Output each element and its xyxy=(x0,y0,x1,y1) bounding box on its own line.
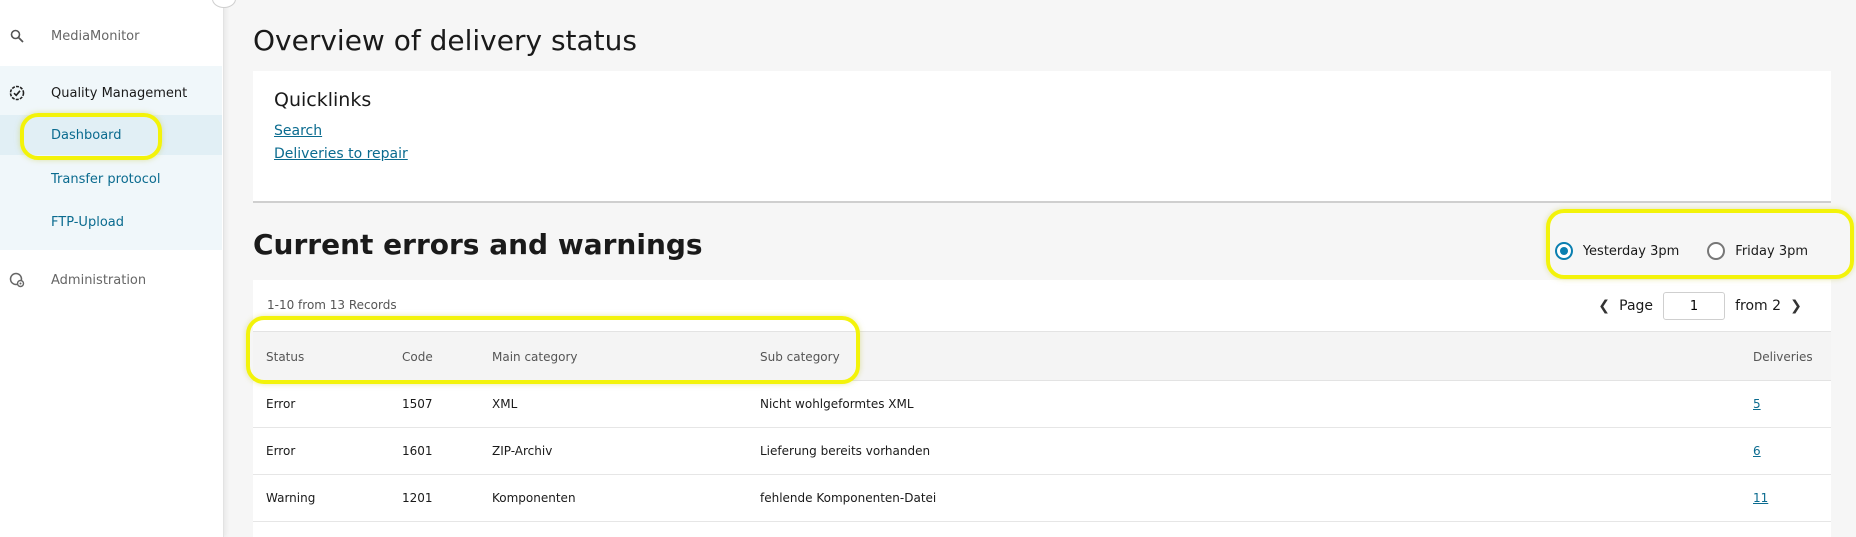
column-header-deliveries[interactable]: Deliveries xyxy=(1753,350,1813,364)
radio-label: Friday 3pm xyxy=(1735,243,1808,259)
quicklink-search[interactable]: Search xyxy=(274,123,322,139)
cell-deliveries-link[interactable]: 11 xyxy=(1753,491,1768,505)
page-title: Overview of delivery status xyxy=(253,24,637,57)
column-header-status[interactable]: Status xyxy=(266,350,304,364)
cell-status: Error xyxy=(266,397,296,411)
page-label: Page xyxy=(1619,298,1654,314)
sidebar-item-label: Administration xyxy=(51,272,147,288)
quality-management-group: Quality Management Dashboard Transfer pr… xyxy=(0,66,222,250)
page-number-input[interactable] xyxy=(1663,292,1726,320)
radio-unchecked-icon xyxy=(1707,242,1726,260)
radio-yesterday[interactable]: Yesterday 3pm xyxy=(1554,242,1680,260)
cell-code: 1201 xyxy=(402,491,433,505)
column-header-main-category[interactable]: Main category xyxy=(492,350,578,364)
cell-sub-category: Nicht wohlgeformtes XML xyxy=(760,397,914,411)
cell-deliveries-link[interactable]: 6 xyxy=(1753,444,1761,458)
cell-status: Warning xyxy=(266,491,316,505)
badge-check-icon xyxy=(8,84,26,102)
sidebar-item-dashboard[interactable]: Dashboard xyxy=(0,115,222,155)
sidebar-item-administration[interactable]: Administration xyxy=(0,265,222,295)
sidebar-item-mediamonitor[interactable]: MediaMonitor xyxy=(0,20,222,52)
sidebar-item-label: MediaMonitor xyxy=(51,28,140,44)
column-header-code[interactable]: Code xyxy=(402,350,433,364)
column-header-sub-category[interactable]: Sub category xyxy=(760,350,840,364)
table-row: Error 1507 XML Nicht wohlgeformtes XML 5 xyxy=(253,381,1831,428)
quicklink-deliveries-to-repair[interactable]: Deliveries to repair xyxy=(274,146,408,162)
cell-main-category: Komponenten xyxy=(492,491,576,505)
quicklinks-title: Quicklinks xyxy=(274,89,372,111)
chevron-right-icon[interactable]: ❯ xyxy=(1785,295,1807,317)
sidebar-item-quality-management[interactable]: Quality Management xyxy=(0,78,222,108)
errors-section-title: Current errors and warnings xyxy=(253,228,703,261)
sidebar-item-ftp-upload[interactable]: FTP-Upload xyxy=(0,202,222,242)
pagination: ❮ Page from 2 ❯ xyxy=(1593,292,1807,320)
sidebar: MediaMonitor Quality Management Dashboar… xyxy=(0,0,224,537)
sidebar-item-label: FTP-Upload xyxy=(51,214,124,230)
table-row: Error 1601 ZIP-Archiv Lieferung bereits … xyxy=(253,428,1831,475)
cell-code: 1507 xyxy=(402,397,433,411)
table-row: Warning 1201 Komponenten fehlende Kompon… xyxy=(253,475,1831,522)
cell-sub-category: Lieferung bereits vorhanden xyxy=(760,444,931,458)
admin-settings-icon xyxy=(8,271,26,289)
record-count: 1-10 from 13 Records xyxy=(267,298,397,312)
cell-main-category: ZIP-Archiv xyxy=(492,444,553,458)
cell-deliveries-link[interactable]: 5 xyxy=(1753,397,1761,411)
cell-main-category: XML xyxy=(492,397,518,411)
cell-code: 1601 xyxy=(402,444,433,458)
errors-table-card: 1-10 from 13 Records ❮ Page from 2 ❯ Sta… xyxy=(253,280,1831,537)
sidebar-item-label: Transfer protocol xyxy=(51,171,161,187)
time-radio-group: Yesterday 3pm Friday 3pm xyxy=(1527,242,1808,260)
search-icon xyxy=(8,27,26,45)
cell-sub-category: fehlende Komponenten-Datei xyxy=(760,491,937,505)
table-header: Status Code Main category Sub category D… xyxy=(253,331,1831,381)
radio-checked-icon xyxy=(1554,242,1573,260)
chevron-left-icon[interactable]: ❮ xyxy=(1593,295,1615,317)
cell-status: Error xyxy=(266,444,296,458)
quicklinks-card: Quicklinks Search Deliveries to repair xyxy=(253,71,1831,203)
sidebar-item-transfer-protocol[interactable]: Transfer protocol xyxy=(0,159,222,199)
page-total: from 2 xyxy=(1735,298,1781,314)
radio-label: Yesterday 3pm xyxy=(1582,243,1680,259)
sidebar-item-label: Dashboard xyxy=(51,127,122,143)
sidebar-item-label: Quality Management xyxy=(51,85,188,101)
radio-friday[interactable]: Friday 3pm xyxy=(1707,242,1808,260)
